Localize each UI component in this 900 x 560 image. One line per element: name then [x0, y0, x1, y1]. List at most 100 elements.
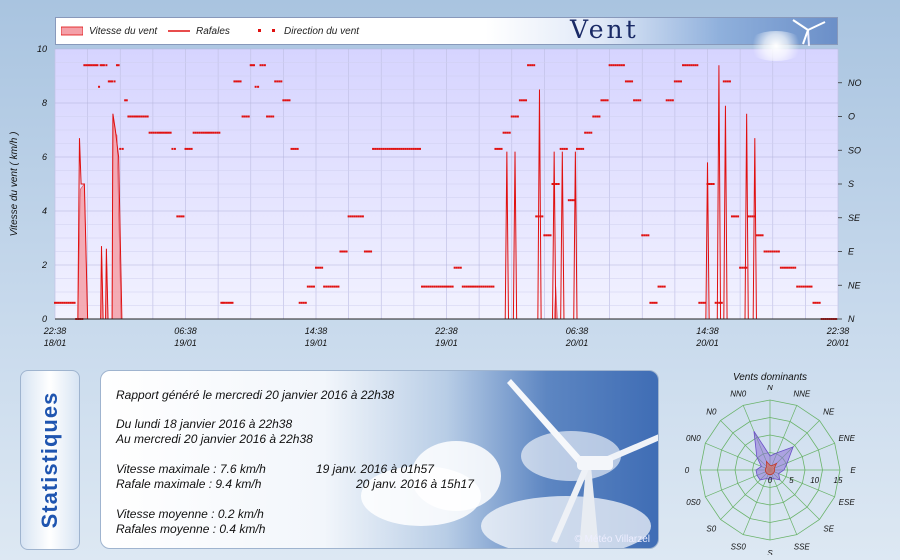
- direction-dot: [396, 147, 399, 150]
- direction-tick-label: SE: [848, 213, 861, 223]
- direction-dot: [102, 64, 105, 67]
- direction-dot: [171, 147, 174, 150]
- direction-dot: [357, 215, 360, 218]
- direction-dot: [433, 285, 436, 288]
- direction-dot: [241, 115, 244, 118]
- direction-dot: [783, 266, 786, 269]
- direction-dot: [296, 147, 299, 150]
- direction-dot: [502, 131, 505, 134]
- rose-direction-label: S0: [706, 525, 716, 534]
- direction-dot: [169, 131, 172, 134]
- rose-radial-tick: 5: [789, 476, 794, 485]
- direction-dot: [274, 80, 277, 83]
- direction-dot: [270, 115, 273, 118]
- direction-dot: [182, 215, 185, 218]
- direction-dot: [545, 234, 548, 237]
- direction-dot: [306, 285, 309, 288]
- direction-dot: [688, 64, 691, 67]
- direction-dot: [304, 301, 307, 304]
- rose-direction-label: NNE: [793, 389, 811, 398]
- direction-dot: [749, 215, 752, 218]
- direction-dot: [594, 115, 597, 118]
- direction-dot: [474, 285, 477, 288]
- direction-dot: [276, 80, 279, 83]
- direction-dot: [365, 250, 368, 253]
- direction-dot: [372, 147, 375, 150]
- direction-dot: [514, 115, 517, 118]
- direction-dot: [202, 131, 205, 134]
- direction-dot: [631, 80, 634, 83]
- direction-dot: [751, 215, 754, 218]
- direction-dot: [164, 131, 167, 134]
- direction-dot: [743, 266, 746, 269]
- direction-dot: [686, 64, 689, 67]
- direction-dot: [465, 285, 468, 288]
- rose-direction-label: N: [767, 385, 773, 392]
- direction-dot: [808, 285, 811, 288]
- direction-dot: [610, 64, 613, 67]
- direction-dot: [418, 147, 421, 150]
- direction-dot: [210, 131, 213, 134]
- direction-dot: [200, 131, 203, 134]
- direction-dot: [561, 147, 564, 150]
- direction-dot: [457, 266, 460, 269]
- direction-dot: [184, 147, 187, 150]
- direction-tick-label: NE: [848, 280, 861, 290]
- direction-dot: [516, 115, 519, 118]
- direction-dot: [602, 99, 605, 102]
- direction-dot: [288, 99, 291, 102]
- direction-dot: [421, 285, 424, 288]
- direction-dot: [437, 285, 440, 288]
- direction-dot: [759, 234, 762, 237]
- direction-dot: [745, 266, 748, 269]
- stats-tab-label: Statistiques: [37, 391, 62, 529]
- direction-dot: [504, 131, 507, 134]
- direction-dot: [323, 285, 326, 288]
- direction-dot: [692, 64, 695, 67]
- x-tick-time: 06:38: [174, 326, 197, 336]
- direction-dot: [735, 215, 738, 218]
- direction-dot: [781, 266, 784, 269]
- direction-dot: [551, 183, 554, 185]
- direction-dot: [673, 80, 676, 83]
- direction-dot: [443, 285, 446, 288]
- x-tick-time: 14:38: [696, 326, 719, 336]
- direction-dot: [300, 301, 303, 304]
- direction-tick-label: S: [848, 179, 854, 189]
- x-axis-ticks: 22:38 18/01 06:38 19/01 14:38 19/01 22:38 19/01…: [43, 326, 850, 348]
- direction-dot: [218, 131, 221, 134]
- x-tick-date: 19/01: [305, 338, 328, 348]
- direction-dot: [378, 147, 381, 150]
- direction-dot: [531, 64, 534, 67]
- direction-dot: [71, 301, 74, 304]
- direction-dot: [135, 115, 138, 118]
- direction-dot: [368, 250, 371, 253]
- direction-dot: [777, 250, 780, 253]
- direction-dot: [94, 64, 97, 67]
- direction-dot: [657, 285, 660, 288]
- direction-dot: [63, 301, 66, 304]
- chart-title: Vent: [570, 15, 639, 44]
- direction-dot: [225, 301, 228, 304]
- direction-dot: [198, 131, 201, 134]
- direction-dot: [535, 215, 538, 218]
- direction-dot: [788, 266, 791, 269]
- direction-dot: [136, 115, 139, 118]
- direction-dot: [380, 147, 383, 150]
- direction-dot: [722, 80, 725, 83]
- direction-dot: [590, 131, 593, 134]
- direction-dot: [486, 285, 489, 288]
- direction-dot: [569, 199, 572, 202]
- direction-dot: [263, 64, 266, 67]
- direction-dot: [665, 99, 668, 102]
- direction-dot: [384, 147, 387, 150]
- direction-dot: [96, 64, 99, 67]
- direction-dot: [388, 147, 391, 150]
- direction-dot: [576, 147, 578, 150]
- direction-dot: [704, 301, 707, 304]
- direction-dot: [814, 301, 817, 304]
- direction-dot: [231, 301, 234, 304]
- direction-dot: [88, 64, 91, 67]
- direction-dot: [449, 285, 452, 288]
- direction-dot: [386, 147, 389, 150]
